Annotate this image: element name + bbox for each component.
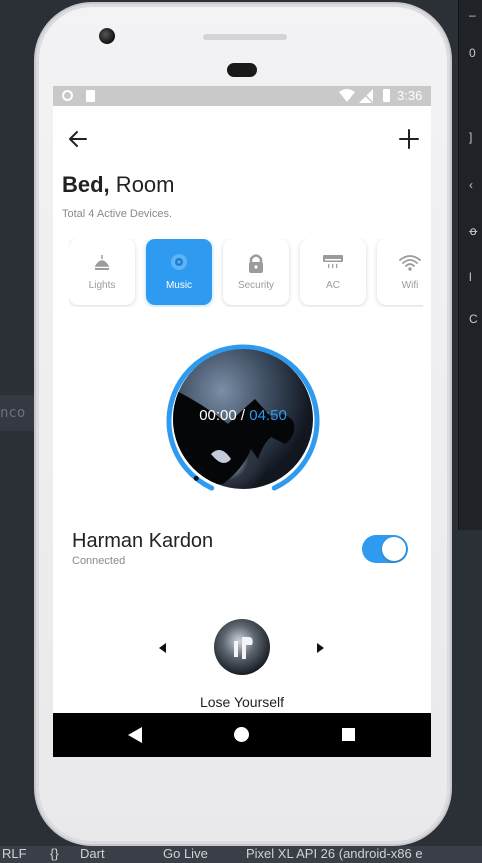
line-ending-indicator[interactable]: RLF bbox=[2, 846, 27, 861]
signal-icon bbox=[359, 89, 374, 103]
device-card-ac[interactable]: AC bbox=[300, 239, 366, 305]
title-rest: Room bbox=[109, 172, 175, 197]
speaker-toggle[interactable] bbox=[362, 535, 408, 563]
elapsed-time: 00:00 bbox=[199, 407, 237, 424]
nav-back-icon[interactable] bbox=[128, 727, 143, 743]
title-bold: Bed, bbox=[62, 172, 110, 197]
device-label: AC bbox=[326, 280, 340, 291]
panel-glyph: – bbox=[469, 8, 476, 22]
nav-recents-icon[interactable] bbox=[342, 728, 355, 741]
device-label: Security bbox=[237, 280, 275, 291]
device-label: Music bbox=[165, 280, 193, 291]
go-live-button[interactable]: Go Live bbox=[163, 846, 208, 861]
lamp-icon bbox=[94, 255, 110, 270]
track-thumbnail[interactable] bbox=[214, 619, 270, 675]
lock-icon bbox=[249, 254, 263, 273]
braces-indicator[interactable]: {} bbox=[50, 846, 59, 861]
speaker-name: Harman Kardon bbox=[72, 530, 214, 552]
device-card-wifi[interactable]: Wifi bbox=[377, 239, 423, 305]
ide-side-panel: – 0 ] ‹ ꝋ l C bbox=[458, 0, 482, 530]
back-arrow-icon[interactable] bbox=[67, 128, 89, 150]
device-card-lights[interactable]: Lights bbox=[69, 239, 135, 305]
app-screen: 3:36 Bed, Room Total 4 Active Devices. L… bbox=[53, 86, 431, 757]
panel-glyph: C bbox=[469, 312, 478, 326]
next-track-icon[interactable] bbox=[313, 641, 327, 655]
page-subtitle: Total 4 Active Devices. bbox=[62, 208, 173, 220]
speaker-status: Connected bbox=[72, 555, 126, 567]
page-title: Bed, Room bbox=[62, 172, 174, 198]
device-list: Lights Music Security AC Wifi bbox=[69, 239, 423, 307]
device-label: Wifi bbox=[401, 280, 419, 291]
wifi-icon bbox=[399, 255, 421, 271]
nav-home-icon[interactable] bbox=[234, 727, 249, 742]
battery-icon bbox=[383, 89, 390, 102]
previous-track-icon[interactable] bbox=[156, 641, 170, 655]
speaker-icon bbox=[171, 254, 187, 270]
panel-glyph: ꝋ bbox=[469, 224, 478, 238]
air-conditioner-icon bbox=[323, 255, 343, 269]
notification-circle-icon bbox=[62, 90, 73, 101]
toggle-knob bbox=[382, 537, 406, 561]
panel-glyph: ] bbox=[469, 130, 473, 144]
add-icon[interactable] bbox=[398, 128, 420, 150]
ide-status-bar: RLF {} Dart Go Live Pixel XL API 26 (and… bbox=[0, 846, 482, 863]
device-card-security[interactable]: Security bbox=[223, 239, 289, 305]
device-indicator[interactable]: Pixel XL API 26 (android-x86 e bbox=[246, 846, 423, 861]
device-card-music[interactable]: Music bbox=[146, 239, 212, 305]
panel-glyph: l bbox=[469, 270, 472, 284]
time-separator: / bbox=[236, 407, 250, 424]
language-indicator[interactable]: Dart bbox=[80, 846, 105, 861]
music-player: 00:00 / 04:50 bbox=[158, 336, 328, 491]
earpiece-grille bbox=[203, 34, 287, 40]
device-label: Lights bbox=[88, 280, 116, 291]
android-status-bar: 3:36 bbox=[53, 86, 431, 106]
earpiece-speaker bbox=[227, 63, 257, 77]
track-thumbnail-image bbox=[234, 637, 253, 659]
wifi-status-icon bbox=[339, 89, 355, 102]
status-time: 3:36 bbox=[397, 88, 423, 103]
front-camera bbox=[99, 28, 115, 44]
android-nav-bar bbox=[53, 713, 431, 757]
panel-glyph: ‹ bbox=[469, 178, 473, 192]
panel-glyph: 0 bbox=[469, 46, 476, 60]
sd-card-icon bbox=[86, 90, 95, 102]
track-title: Lose Yourself bbox=[199, 694, 285, 710]
editor-text-fragment: nco bbox=[0, 405, 26, 421]
playback-time: 00:00 / 04:50 bbox=[158, 407, 328, 424]
total-time: 04:50 bbox=[249, 407, 287, 424]
